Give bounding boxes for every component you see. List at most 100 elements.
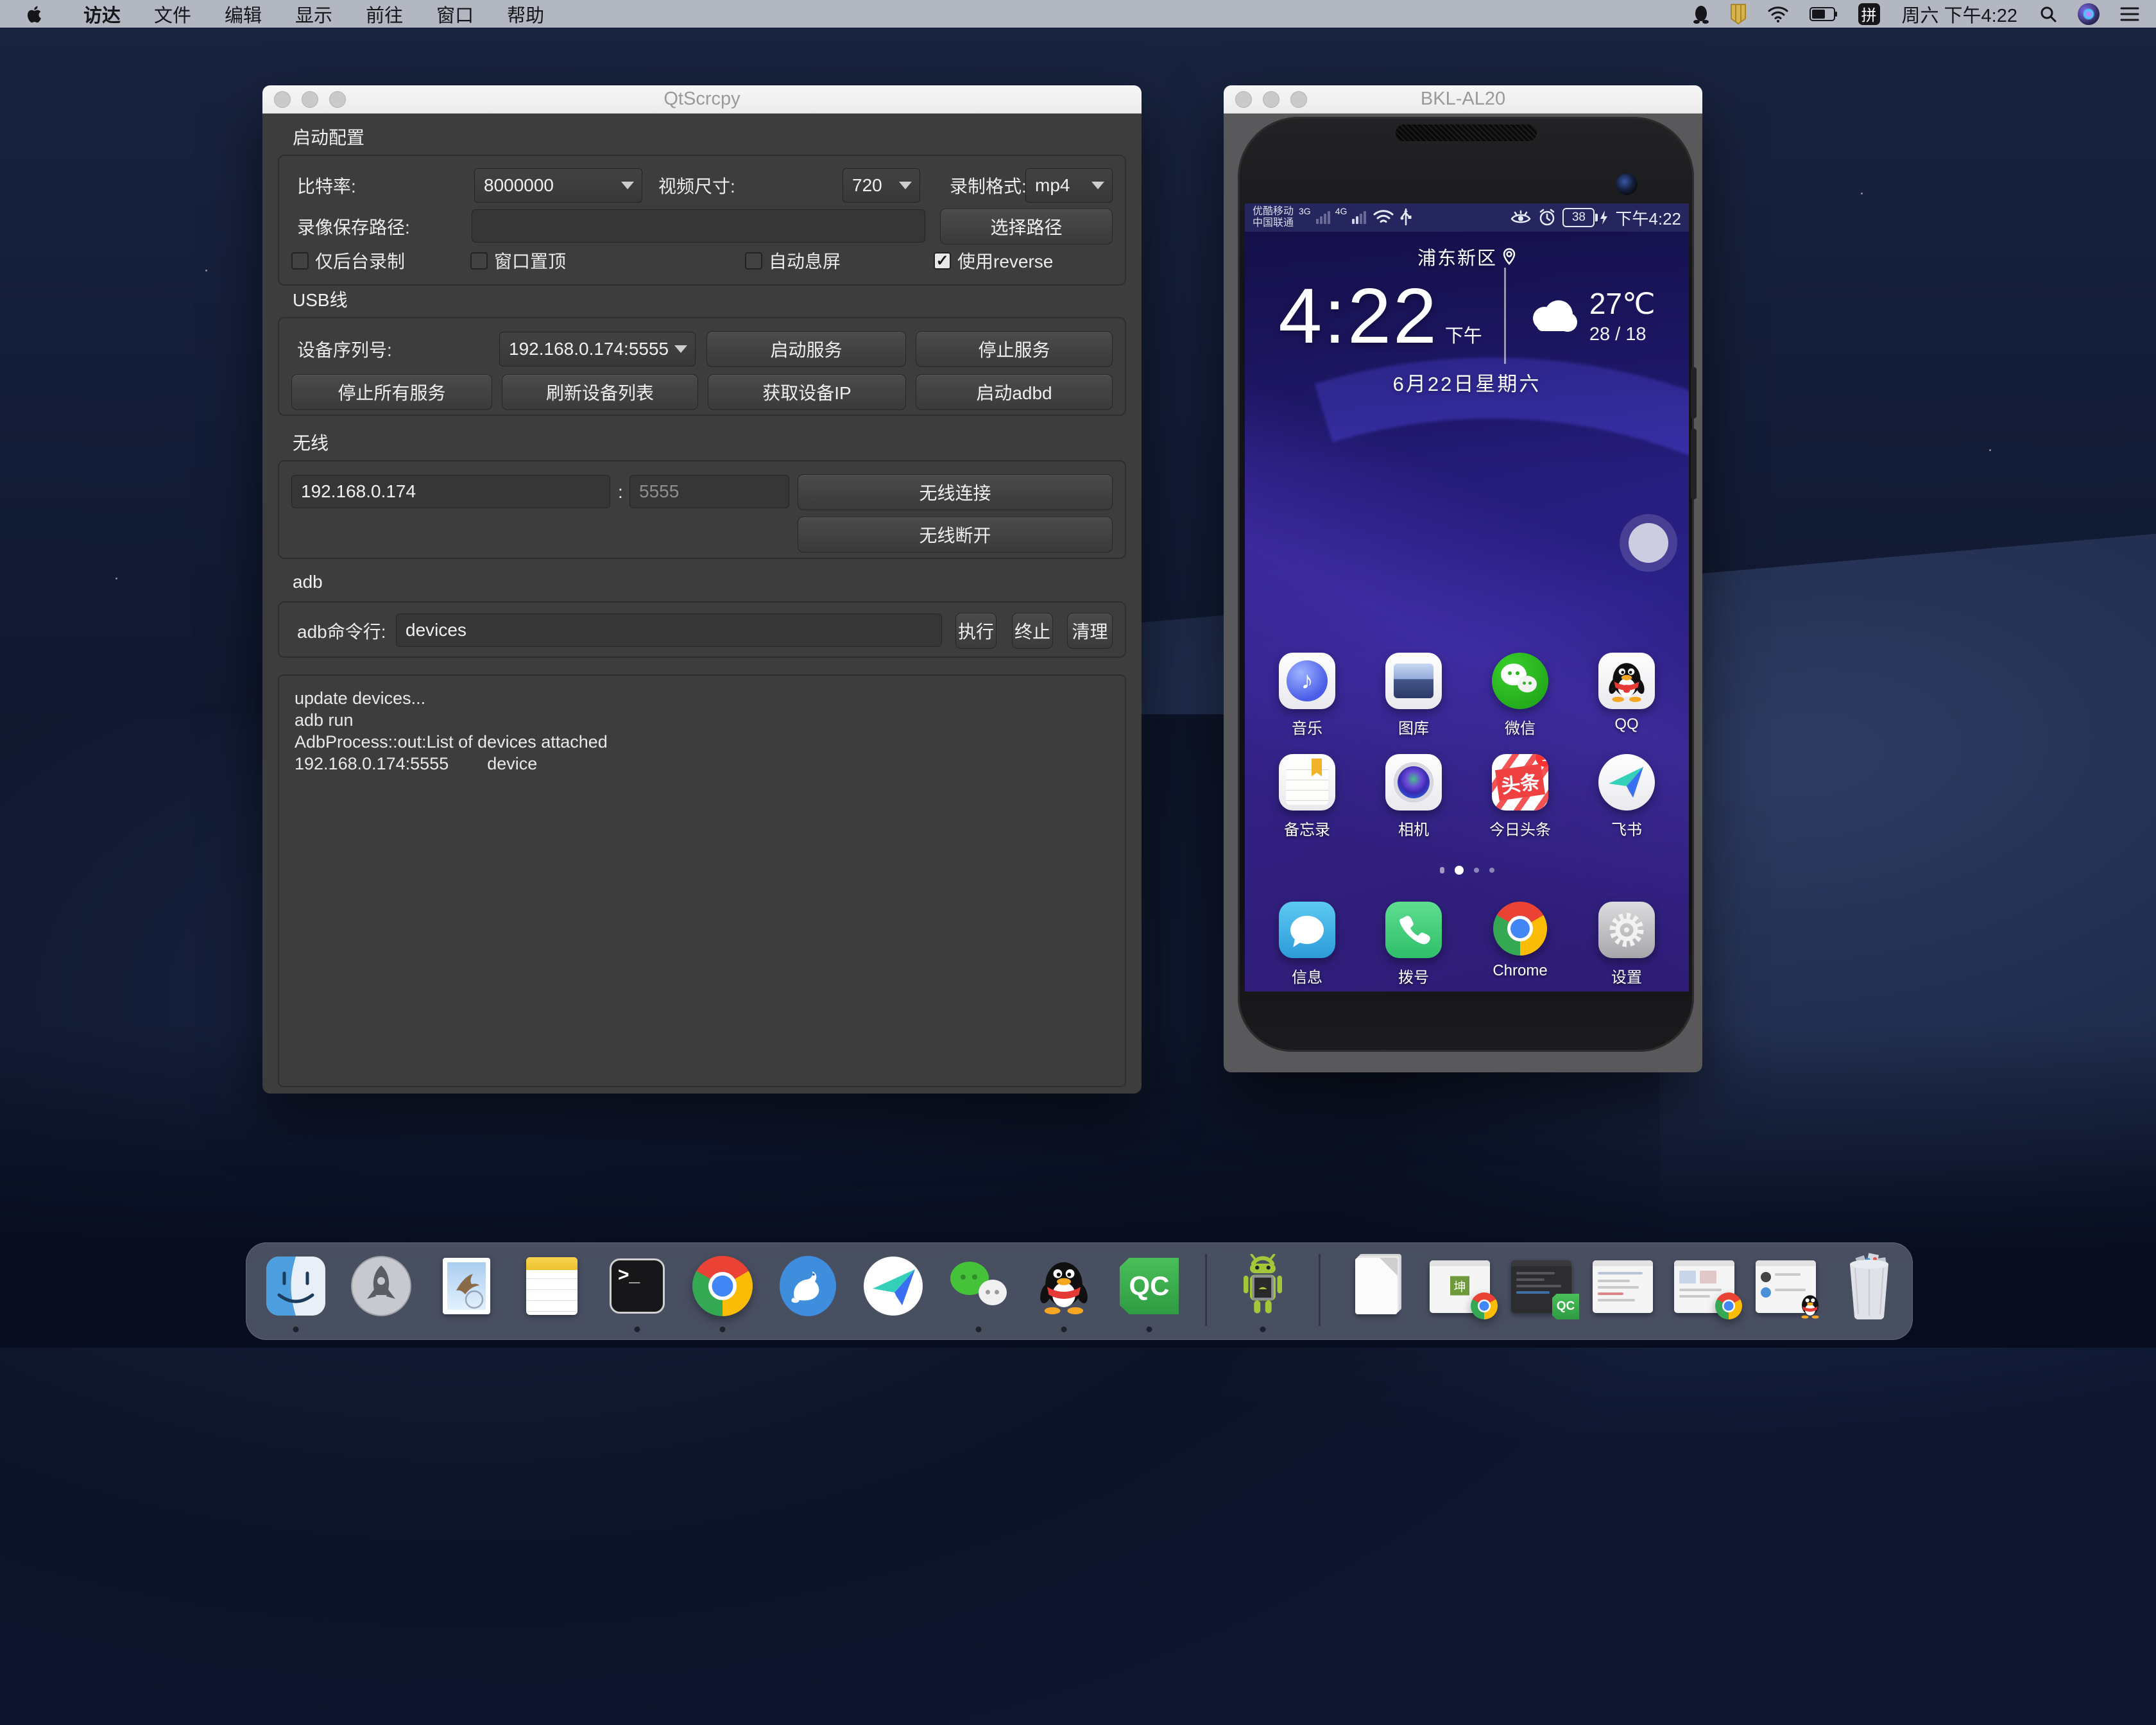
app-memo[interactable]: 备忘录 <box>1259 754 1355 839</box>
menu-view[interactable]: 显示 <box>278 1 349 28</box>
chrome-icon <box>692 1256 753 1316</box>
app-dialer[interactable]: 拨号 <box>1365 902 1462 987</box>
start-service-button[interactable]: 启动服务 <box>706 331 906 367</box>
minimized-window-webpage[interactable] <box>1593 1260 1653 1313</box>
qtscrcpy-titlebar[interactable]: QtScrcpy <box>262 85 1142 114</box>
battery-icon: 38 <box>1562 208 1609 227</box>
dock-notes[interactable] <box>520 1254 584 1318</box>
menu-help[interactable]: 帮助 <box>490 1 561 28</box>
usb-group-label: USB线 <box>293 286 348 312</box>
app-qq[interactable]: QQ <box>1579 653 1675 738</box>
wireless-connect-button[interactable]: 无线连接 <box>798 474 1113 510</box>
checkbox-always-on-top[interactable]: 窗口置顶 <box>470 249 566 272</box>
dock-mail[interactable] <box>434 1254 499 1318</box>
minimized-window-qtscrcpy[interactable]: QC <box>1511 1260 1571 1313</box>
qq-penguin-icon <box>1036 1255 1092 1317</box>
clock-widget[interactable]: 4:22 下午 27℃ 28 / 18 <box>1245 268 1689 364</box>
dock-finder[interactable] <box>264 1254 328 1318</box>
app-settings[interactable]: 设置 <box>1579 902 1675 987</box>
wireless-disconnect-button[interactable]: 无线断开 <box>798 517 1113 553</box>
app-wechat[interactable]: 微信 <box>1472 653 1568 738</box>
message-bubble-icon <box>1290 916 1324 944</box>
dock-android-scrcpy[interactable] <box>1231 1254 1295 1318</box>
adb-log-output[interactable]: update devices... adb run AdbProcess::ou… <box>278 674 1126 1087</box>
battery-icon[interactable] <box>1810 6 1838 22</box>
app-chrome[interactable]: Chrome <box>1472 902 1568 987</box>
wifi-icon[interactable] <box>1767 6 1789 22</box>
spotlight-icon[interactable] <box>2039 5 2057 23</box>
get-device-ip-button[interactable]: 获取设备IP <box>708 374 906 410</box>
finder-icon <box>265 1255 327 1317</box>
start-adbd-button[interactable]: 启动adbd <box>916 374 1113 410</box>
wifi-icon <box>1373 209 1394 227</box>
dock-launchpad[interactable] <box>349 1254 413 1318</box>
video-size-value: 720 <box>852 175 882 196</box>
checkbox-label: 使用reverse <box>957 248 1053 273</box>
adb-command-input[interactable] <box>396 614 942 647</box>
notification-center-icon[interactable] <box>2120 6 2139 22</box>
checkbox-screen-off[interactable]: 自动息屏 <box>745 249 841 272</box>
dock-qtscrcpy[interactable]: QC <box>1117 1254 1181 1318</box>
refresh-device-list-button[interactable]: 刷新设备列表 <box>502 374 698 410</box>
launchpad-rocket-icon <box>350 1255 412 1317</box>
wireless-ip-input[interactable] <box>291 475 610 508</box>
dock-seal-app[interactable] <box>776 1254 840 1318</box>
menubar-clock[interactable]: 周六 下午4:22 <box>1902 1 2018 28</box>
wireless-group-label: 无线 <box>293 429 329 455</box>
adb-clear-button[interactable]: 清理 <box>1067 613 1113 649</box>
phone-titlebar[interactable]: BKL-AL20 <box>1224 85 1702 114</box>
serial-combobox[interactable]: 192.168.0.174:5555 <box>499 332 696 366</box>
menu-file[interactable]: 文件 <box>137 1 208 28</box>
menu-edit[interactable]: 编辑 <box>208 1 278 28</box>
dock-documents-stack[interactable] <box>1344 1254 1408 1318</box>
minimized-window-webpage-chrome[interactable] <box>1674 1260 1734 1313</box>
wireless-port-input[interactable] <box>629 475 789 508</box>
menu-window[interactable]: 窗口 <box>420 1 490 28</box>
minimized-window-chrome[interactable]: 坤 <box>1430 1260 1490 1313</box>
dock-feishu[interactable] <box>861 1254 925 1318</box>
dock-chrome[interactable] <box>690 1254 755 1318</box>
qtscrcpy-body: 启动配置 比特率: 8000000 视频尺寸: 720 录制格式: mp4 录像… <box>262 114 1142 1094</box>
app-camera[interactable]: 相机 <box>1365 754 1462 839</box>
feishu-icon <box>862 1255 924 1317</box>
siri-icon[interactable] <box>2078 3 2100 25</box>
adb-kill-button[interactable]: 终止 <box>1012 613 1053 649</box>
location-row[interactable]: 浦东新区 <box>1245 243 1689 270</box>
app-music[interactable]: ♪ 音乐 <box>1259 653 1355 738</box>
minimized-window-qq-chat[interactable] <box>1756 1260 1816 1313</box>
terminal-icon: >_ <box>610 1258 665 1314</box>
bitrate-combobox[interactable]: 8000000 <box>474 168 642 203</box>
assistive-ball[interactable] <box>1629 523 1668 563</box>
dock-trash[interactable] <box>1837 1254 1901 1318</box>
input-method-icon[interactable]: 拼 <box>1858 3 1880 25</box>
app-gallery[interactable]: 图库 <box>1365 653 1462 738</box>
dock-terminal[interactable]: >_ <box>605 1254 669 1318</box>
app-feishu[interactable]: 飞书 <box>1579 754 1675 839</box>
adb-cmd-label: adb命令行: <box>297 614 386 648</box>
shield-icon[interactable] <box>1730 3 1747 25</box>
dock-separator <box>1205 1254 1207 1326</box>
phone-screen[interactable]: 优酷移动 中国联通 3G 4G 38 下午4:22 <box>1245 203 1689 991</box>
checkbox-use-reverse[interactable]: ✓ 使用reverse <box>934 249 1053 272</box>
record-format-combobox[interactable]: mp4 <box>1025 168 1113 203</box>
stop-all-services-button[interactable]: 停止所有服务 <box>291 374 492 410</box>
dock-wechat[interactable] <box>946 1254 1011 1318</box>
dock-qq[interactable] <box>1032 1254 1096 1318</box>
menu-go[interactable]: 前往 <box>349 1 420 28</box>
cloud-icon <box>1525 296 1580 335</box>
stop-service-button[interactable]: 停止服务 <box>916 331 1113 367</box>
feishu-plane-icon <box>1607 764 1646 800</box>
signal-bars-icon <box>1352 211 1366 224</box>
record-path-input[interactable] <box>472 209 925 243</box>
choose-path-button[interactable]: 选择路径 <box>940 209 1113 245</box>
qq-status-icon[interactable] <box>1693 4 1709 24</box>
app-messages[interactable]: 信息 <box>1259 902 1355 987</box>
video-size-combobox[interactable]: 720 <box>843 168 920 203</box>
apple-menu-icon[interactable] <box>26 4 42 24</box>
menu-finder[interactable]: 访达 <box>67 1 137 28</box>
app-toutiao[interactable]: 头条 1 今日头条 <box>1472 754 1568 839</box>
checkbox-background-record[interactable]: 仅后台录制 <box>291 249 405 272</box>
dock-separator <box>1319 1254 1321 1326</box>
weather-widget[interactable]: 27℃ 28 / 18 <box>1525 287 1656 345</box>
adb-run-button[interactable]: 执行 <box>955 613 997 649</box>
